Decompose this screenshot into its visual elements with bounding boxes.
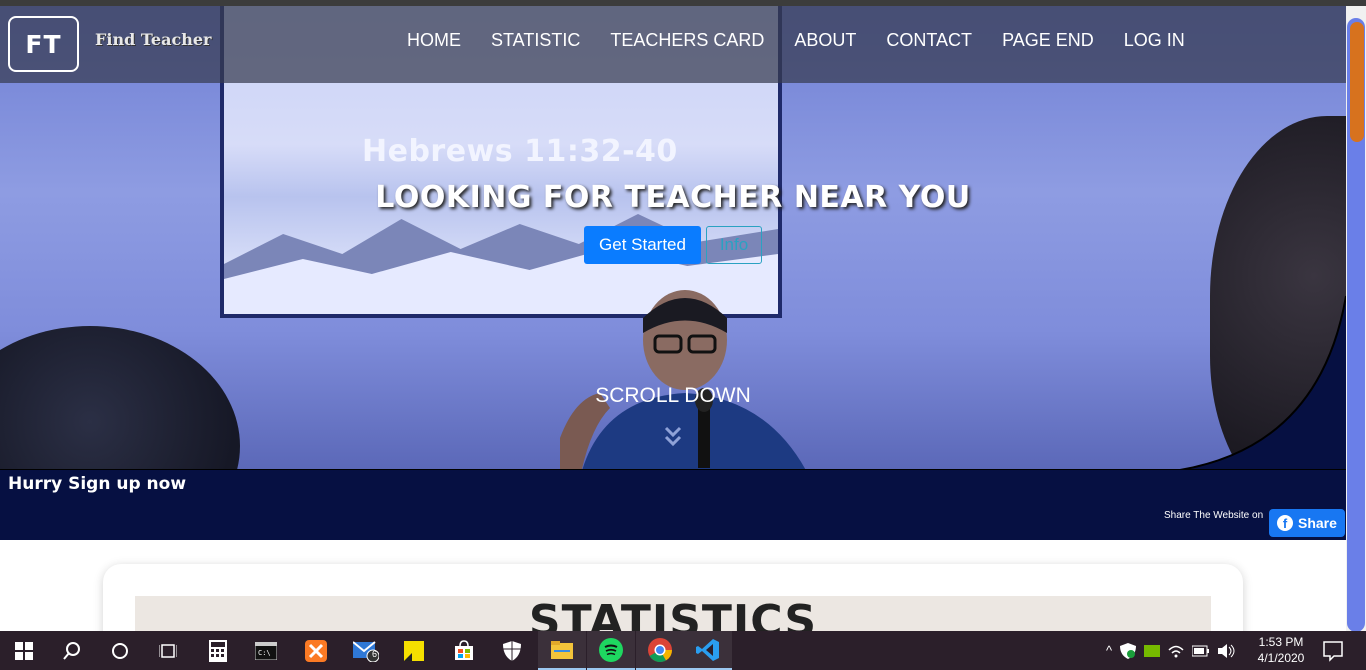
cortana-icon[interactable] bbox=[96, 631, 144, 670]
mail-icon[interactable]: 6 bbox=[342, 631, 390, 670]
nav-page-end[interactable]: PAGE END bbox=[987, 30, 1109, 51]
get-started-button[interactable]: Get Started bbox=[584, 226, 701, 264]
hero-headline: LOOKING FOR TEACHER NEAR YOU bbox=[375, 180, 971, 215]
brand-name[interactable]: Find Teacher bbox=[95, 30, 211, 49]
battery-icon[interactable] bbox=[1192, 645, 1210, 657]
speaker-figure bbox=[560, 290, 806, 470]
nav-log-in[interactable]: LOG IN bbox=[1109, 30, 1200, 51]
nav-teachers-card[interactable]: TEACHERS CARD bbox=[595, 30, 779, 51]
task-view-icon[interactable] bbox=[144, 631, 192, 670]
vscode-icon[interactable] bbox=[684, 631, 732, 670]
taskbar-clock[interactable]: 1:53 PM 4/1/2020 bbox=[1254, 634, 1308, 666]
hero-button-row: Get Started Info bbox=[584, 226, 762, 264]
browser-page: Hebrews 11:32-40 FT Find Teacher HOME ST… bbox=[0, 0, 1366, 670]
nav-about[interactable]: ABOUT bbox=[779, 30, 871, 51]
store-icon[interactable] bbox=[440, 631, 488, 670]
windows-taskbar: C:\ 6 ^ 1:53 PM 4/1/2020 bbox=[0, 631, 1366, 670]
spotify-icon[interactable] bbox=[587, 631, 635, 670]
facebook-share-button[interactable]: f Share bbox=[1269, 509, 1345, 537]
vertical-scrollbar[interactable] bbox=[1346, 6, 1366, 632]
main-nav: HOME STATISTIC TEACHERS CARD ABOUT CONTA… bbox=[392, 30, 1200, 51]
shield-icon[interactable] bbox=[1120, 642, 1137, 659]
terminal-icon[interactable]: C:\ bbox=[242, 631, 290, 670]
screen-verse-text: Hebrews 11:32-40 bbox=[362, 134, 678, 169]
wifi-icon[interactable] bbox=[1168, 644, 1184, 658]
xampp-icon[interactable] bbox=[292, 631, 340, 670]
top-navbar: FT Find Teacher HOME STATISTIC TEACHERS … bbox=[0, 6, 1346, 83]
sticky-notes-icon[interactable] bbox=[390, 631, 438, 670]
calculator-icon[interactable] bbox=[194, 631, 242, 670]
svg-text:C:\: C:\ bbox=[258, 649, 271, 657]
clock-date: 4/1/2020 bbox=[1257, 651, 1305, 665]
notification-icon[interactable] bbox=[1322, 640, 1344, 662]
signup-prompt: Hurry Sign up now bbox=[8, 474, 187, 494]
scrollbar-thumb[interactable] bbox=[1350, 22, 1364, 142]
windows-start-icon[interactable] bbox=[0, 631, 48, 670]
chrome-icon[interactable] bbox=[636, 631, 684, 670]
mail-badge: 6 bbox=[372, 649, 378, 659]
audience-head-right bbox=[1210, 116, 1346, 470]
clock-time: 1:53 PM bbox=[1258, 635, 1304, 649]
file-explorer-icon[interactable] bbox=[538, 631, 586, 670]
share-button-label: Share bbox=[1298, 515, 1337, 531]
volume-icon[interactable] bbox=[1218, 643, 1236, 658]
hero-section: Hebrews 11:32-40 FT Find Teacher HOME ST… bbox=[0, 6, 1346, 540]
nav-statistic[interactable]: STATISTIC bbox=[476, 30, 595, 51]
search-icon[interactable] bbox=[48, 631, 96, 670]
info-button[interactable]: Info bbox=[706, 226, 762, 264]
share-label: Share The Website on bbox=[1164, 510, 1264, 521]
scroll-down-label[interactable]: SCROLL DOWN bbox=[0, 384, 1346, 408]
security-icon[interactable] bbox=[488, 631, 536, 670]
logo-badge[interactable]: FT bbox=[8, 16, 79, 72]
nav-home[interactable]: HOME bbox=[392, 30, 476, 51]
facebook-icon: f bbox=[1277, 515, 1293, 531]
chevron-up-icon[interactable]: ^ bbox=[1106, 643, 1112, 658]
nvidia-icon[interactable] bbox=[1144, 644, 1161, 657]
chevron-down-icon[interactable] bbox=[664, 424, 682, 450]
nav-contact[interactable]: CONTACT bbox=[871, 30, 987, 51]
system-tray: ^ bbox=[1106, 631, 1236, 670]
